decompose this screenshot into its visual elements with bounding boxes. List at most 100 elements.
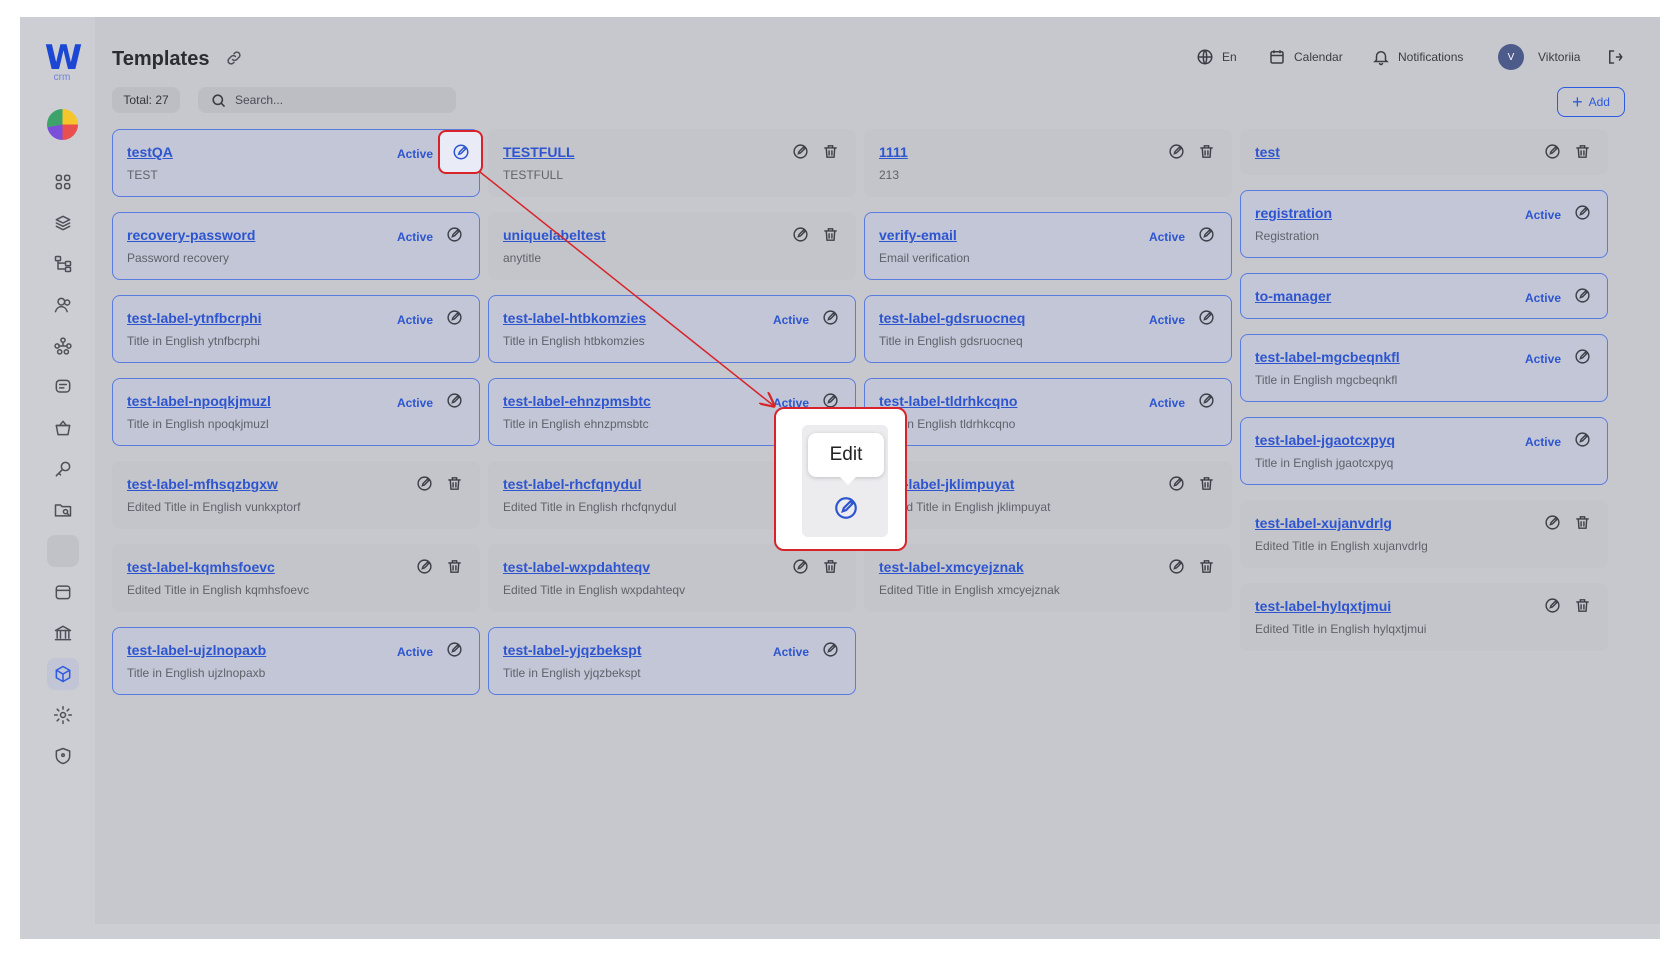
template-card[interactable]: 1111 213 xyxy=(864,129,1232,197)
user-menu[interactable]: V Viktoriia xyxy=(1498,44,1580,70)
template-label-link[interactable]: 1111 xyxy=(879,144,908,160)
template-card[interactable]: verify-email Email verification Active xyxy=(864,212,1232,280)
edit-button[interactable] xyxy=(819,309,841,331)
edit-button-highlight[interactable] xyxy=(438,130,483,174)
template-card[interactable]: test-label-yjqzbekspt Title in English yj… xyxy=(488,627,856,695)
edit-button[interactable] xyxy=(1195,309,1217,331)
add-button[interactable]: + Add xyxy=(1557,87,1625,117)
edit-button[interactable] xyxy=(443,226,465,248)
sidebar-item-key[interactable] xyxy=(47,453,79,485)
edit-button[interactable] xyxy=(1195,226,1217,248)
edit-button[interactable] xyxy=(789,143,811,165)
template-label-link[interactable]: test xyxy=(1255,144,1280,160)
template-label-link[interactable]: test-label-yjqzbekspt xyxy=(503,642,641,658)
logout-button[interactable] xyxy=(1606,44,1632,70)
link-icon[interactable] xyxy=(225,49,243,67)
calendar-link[interactable]: Calendar xyxy=(1268,44,1343,70)
logo[interactable]: W crm xyxy=(44,41,83,83)
edit-button[interactable] xyxy=(443,641,465,663)
edit-button[interactable] xyxy=(789,558,811,580)
template-label-link[interactable]: test-label-mfhsqzbgxw xyxy=(127,476,278,492)
edit-button[interactable] xyxy=(413,475,435,497)
language-switcher[interactable]: En xyxy=(1196,44,1237,70)
sidebar-item-chat[interactable] xyxy=(47,371,79,403)
delete-button[interactable] xyxy=(819,226,841,248)
template-label-link[interactable]: test-label-ujzlnopaxb xyxy=(127,642,266,658)
edit-button[interactable] xyxy=(1541,597,1563,619)
edit-button[interactable] xyxy=(1195,392,1217,414)
template-card[interactable]: test-label-jklimpuyat Edited Title in Eng… xyxy=(864,461,1232,529)
sidebar-item-calendar-box[interactable] xyxy=(47,576,79,608)
edit-button[interactable] xyxy=(443,392,465,414)
edit-button[interactable] xyxy=(819,641,841,663)
template-label-link[interactable]: test-label-xmcyejznak xyxy=(879,559,1024,575)
delete-button[interactable] xyxy=(443,475,465,497)
template-label-link[interactable]: to-manager xyxy=(1255,288,1331,304)
edit-icon[interactable] xyxy=(832,494,860,522)
template-card[interactable]: test-label-htbkomzies Title in English ht… xyxy=(488,295,856,363)
edit-button[interactable] xyxy=(1571,287,1593,309)
delete-button[interactable] xyxy=(1195,558,1217,580)
edit-button[interactable] xyxy=(413,558,435,580)
template-card[interactable]: test xyxy=(1240,129,1608,175)
sidebar-item-hierarchy[interactable] xyxy=(47,248,79,280)
template-card[interactable]: test-label-wxpdahteqv Edited Title in Eng… xyxy=(488,544,856,612)
edit-button[interactable] xyxy=(1541,143,1563,165)
template-label-link[interactable]: testQA xyxy=(127,144,173,160)
edit-button[interactable] xyxy=(1571,348,1593,370)
sidebar-item-grid[interactable] xyxy=(47,166,79,198)
edit-button[interactable] xyxy=(1165,475,1187,497)
delete-button[interactable] xyxy=(1571,597,1593,619)
template-card[interactable]: test-label-mgcbeqnkfl Title in English mg… xyxy=(1240,334,1608,402)
sidebar-item-basket[interactable] xyxy=(47,412,79,444)
sidebar-item-network[interactable] xyxy=(47,330,79,362)
sidebar-item-folder-search[interactable] xyxy=(47,494,79,526)
template-card[interactable]: test-label-xmcyejznak Edited Title in Eng… xyxy=(864,544,1232,612)
delete-button[interactable] xyxy=(819,558,841,580)
template-card[interactable]: test-label-jgaotcxpyq Title in English jg… xyxy=(1240,417,1608,485)
edit-button[interactable] xyxy=(1541,514,1563,536)
notifications-link[interactable]: Notifications xyxy=(1372,44,1463,70)
template-card[interactable]: test-label-gdsruocneq Title in English gd… xyxy=(864,295,1232,363)
template-card[interactable]: test-label-kqmhsfoevc Edited Title in Eng… xyxy=(112,544,480,612)
sidebar-item-blank[interactable] xyxy=(47,535,79,567)
delete-button[interactable] xyxy=(1571,514,1593,536)
template-label-link[interactable]: recovery-password xyxy=(127,227,255,243)
template-card[interactable]: registration Registration Active xyxy=(1240,190,1608,258)
template-label-link[interactable]: verify-email xyxy=(879,227,957,243)
template-label-link[interactable]: registration xyxy=(1255,205,1332,221)
template-card[interactable]: uniquelabeltest anytitle xyxy=(488,212,856,280)
template-card[interactable]: test-label-npoqkjmuzl Title in English np… xyxy=(112,378,480,446)
sidebar-item-users[interactable] xyxy=(47,289,79,321)
template-card[interactable]: to-manager Active xyxy=(1240,273,1608,319)
edit-button[interactable] xyxy=(1571,204,1593,226)
template-label-link[interactable]: test-label-htbkomzies xyxy=(503,310,646,326)
edit-button[interactable] xyxy=(1571,431,1593,453)
sidebar-item-bank[interactable] xyxy=(47,617,79,649)
template-label-link[interactable]: test-label-ytnfbcrphi xyxy=(127,310,262,326)
template-label-link[interactable]: test-label-wxpdahteqv xyxy=(503,559,650,575)
template-label-link[interactable]: test-label-jgaotcxpyq xyxy=(1255,432,1395,448)
edit-button[interactable] xyxy=(1165,143,1187,165)
edit-button[interactable] xyxy=(443,309,465,331)
template-card[interactable]: TESTFULL TESTFULL xyxy=(488,129,856,197)
template-label-link[interactable]: test-label-npoqkjmuzl xyxy=(127,393,271,409)
edit-button[interactable] xyxy=(1165,558,1187,580)
template-label-link[interactable]: test-label-mgcbeqnkfl xyxy=(1255,349,1400,365)
template-label-link[interactable]: test-label-hylqxtjmui xyxy=(1255,598,1391,614)
template-label-link[interactable]: test-label-gdsruocneq xyxy=(879,310,1025,326)
template-label-link[interactable]: test-label-rhcfqnydul xyxy=(503,476,641,492)
template-label-link[interactable]: test-label-kqmhsfoevc xyxy=(127,559,275,575)
template-label-link[interactable]: TESTFULL xyxy=(503,144,575,160)
template-label-link[interactable]: test-label-xujanvdrlg xyxy=(1255,515,1392,531)
template-card[interactable]: test-label-ytnfbcrphi Title in English yt… xyxy=(112,295,480,363)
template-card[interactable]: testQA TEST Active xyxy=(112,129,480,197)
template-label-link[interactable]: uniquelabeltest xyxy=(503,227,606,243)
template-card[interactable]: test-label-xujanvdrlg Edited Title in Eng… xyxy=(1240,500,1608,568)
template-label-link[interactable]: test-label-ehnzpmsbtc xyxy=(503,393,651,409)
delete-button[interactable] xyxy=(819,143,841,165)
delete-button[interactable] xyxy=(1195,475,1217,497)
search-input[interactable]: Search... xyxy=(198,87,456,113)
sidebar-item-cube[interactable] xyxy=(47,658,79,690)
dashboard-pie-icon[interactable] xyxy=(47,109,78,140)
